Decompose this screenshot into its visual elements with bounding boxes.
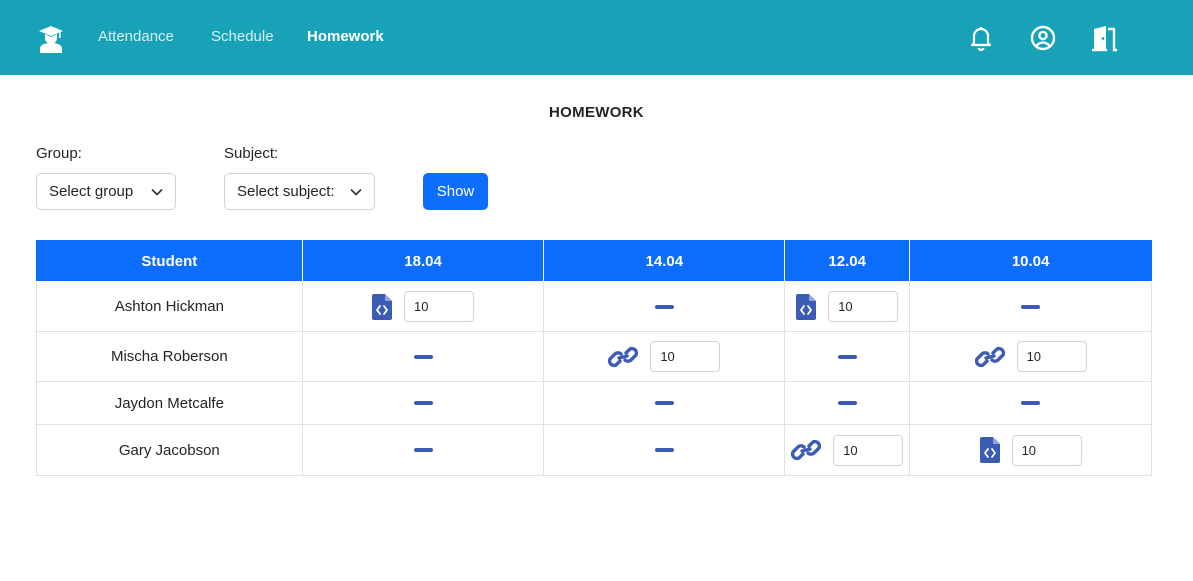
link-icon[interactable]	[791, 439, 822, 461]
no-submission-dash	[413, 401, 433, 405]
door-exit-icon[interactable]	[1091, 24, 1119, 52]
homework-cell	[909, 381, 1152, 425]
no-submission-dash	[837, 401, 857, 405]
no-submission-dash	[1021, 304, 1041, 309]
column-header-date: 10.04	[909, 240, 1152, 282]
no-submission-dash	[1021, 401, 1041, 405]
table-row: Gary Jacobson	[36, 424, 1152, 476]
no-submission-dash	[413, 354, 433, 359]
group-select-value: Select group	[49, 183, 134, 200]
user-circle-icon[interactable]	[1029, 24, 1057, 52]
student-name: Mischa Roberson	[36, 331, 303, 382]
homework-cell	[909, 331, 1152, 382]
show-button[interactable]: Show	[423, 173, 488, 210]
group-select[interactable]: Select group	[36, 173, 176, 210]
chevron-down-icon	[151, 188, 163, 196]
table-row: Jaydon Metcalfe	[36, 381, 1152, 425]
grade-input[interactable]	[828, 291, 899, 322]
page-title: HOMEWORK	[549, 104, 644, 121]
homework-cell	[784, 424, 911, 476]
top-navbar: Attendance Schedule Homework	[0, 0, 1193, 75]
grade-input[interactable]	[1016, 341, 1087, 372]
link-icon[interactable]	[974, 346, 1005, 368]
grade-input[interactable]	[833, 434, 904, 466]
column-header-date: 12.04	[784, 240, 911, 282]
column-header-date: 18.04	[301, 240, 545, 282]
grade-input[interactable]	[404, 291, 475, 322]
group-label: Group:	[36, 145, 82, 162]
student-name: Gary Jacobson	[36, 424, 303, 476]
bell-icon[interactable]	[967, 24, 995, 52]
homework-table: Student 18.04 14.04 12.04 10.04 Ashton H…	[36, 240, 1152, 476]
student-name: Jaydon Metcalfe	[36, 381, 303, 425]
subject-select-value: Select subject:	[237, 183, 335, 200]
table-row: Ashton Hickman	[36, 281, 1152, 332]
nav-link-homework[interactable]: Homework	[307, 28, 384, 45]
student-name: Ashton Hickman	[36, 281, 303, 332]
homework-cell	[543, 331, 786, 382]
nav-link-attendance[interactable]: Attendance	[98, 28, 174, 45]
homework-cell	[301, 381, 545, 425]
graduation-cap-icon[interactable]	[38, 25, 64, 53]
code-file-icon[interactable]	[979, 437, 1000, 463]
link-icon[interactable]	[608, 346, 639, 368]
homework-cell	[301, 331, 545, 382]
table-row: Mischa Roberson	[36, 331, 1152, 382]
subject-label: Subject:	[224, 145, 279, 162]
homework-cell	[784, 381, 911, 425]
homework-cell	[909, 424, 1152, 476]
no-submission-dash	[654, 304, 674, 309]
subject-select[interactable]: Select subject:	[224, 173, 375, 210]
no-submission-dash	[413, 448, 433, 452]
code-file-icon[interactable]	[796, 293, 817, 320]
code-file-icon[interactable]	[372, 293, 393, 320]
homework-cell	[784, 331, 911, 382]
chevron-down-icon	[350, 188, 362, 196]
homework-cell	[543, 381, 786, 425]
grade-input[interactable]	[1011, 434, 1082, 466]
homework-cell	[543, 424, 786, 476]
column-header-date: 14.04	[543, 240, 786, 282]
table-header-row: Student 18.04 14.04 12.04 10.04	[36, 240, 1152, 282]
no-submission-dash	[654, 401, 674, 405]
no-submission-dash	[654, 448, 674, 452]
grade-input[interactable]	[650, 341, 721, 372]
homework-cell	[301, 281, 545, 332]
homework-cell	[301, 424, 545, 476]
homework-cell	[784, 281, 911, 332]
homework-cell	[543, 281, 786, 332]
column-header-student: Student	[36, 240, 303, 282]
nav-link-schedule[interactable]: Schedule	[211, 28, 274, 45]
no-submission-dash	[837, 354, 857, 359]
homework-cell	[909, 281, 1152, 332]
